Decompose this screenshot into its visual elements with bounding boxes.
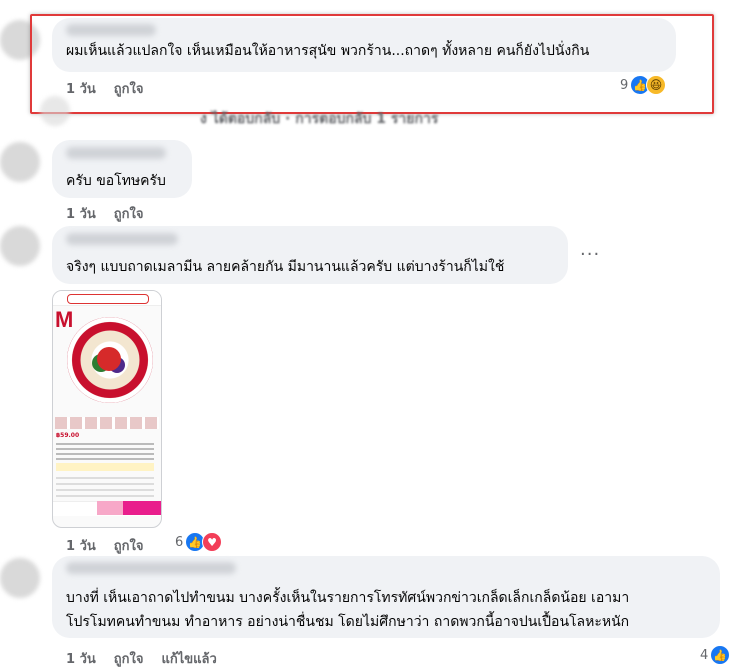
avatar[interactable] <box>0 558 40 598</box>
timestamp-link[interactable]: 1 วัน <box>66 535 96 556</box>
like-button[interactable]: ถูกใจ <box>114 648 144 669</box>
avatar[interactable] <box>0 142 40 182</box>
comment-actions: 1 วัน ถูกใจ <box>66 535 143 556</box>
comment-text-line-1: บางที่ เห็นเอาถาดไปทำขนม บางครั้งเห็นในร… <box>66 590 630 606</box>
commenter-name-blurred[interactable] <box>66 233 178 245</box>
edited-label: แก้ไขแล้ว <box>161 652 217 667</box>
shop-info <box>56 477 154 497</box>
like-button[interactable]: ถูกใจ <box>114 203 144 224</box>
more-options-icon[interactable]: ··· <box>580 244 600 265</box>
commenter-name-blurred[interactable] <box>66 562 236 574</box>
timestamp-link[interactable]: 1 วัน <box>66 648 96 669</box>
avatar[interactable] <box>0 226 40 266</box>
comment-text: ครับ ขอโทษครับ <box>66 173 166 189</box>
comment-actions: 1 วัน ถูกใจ <box>66 203 143 224</box>
reaction-count[interactable]: 4 <box>700 648 708 663</box>
thumbnail-row <box>55 417 159 429</box>
promo-strip <box>56 463 154 471</box>
cart-button <box>97 501 123 515</box>
search-bar <box>67 294 149 304</box>
like-button[interactable]: ถูกใจ <box>114 535 144 556</box>
flower-icon <box>97 347 121 371</box>
comment-text-line-2: โปรโมทคนทำขนม ทำอาหาร อย่างน่าชื่นชม โดย… <box>66 614 630 630</box>
product-text <box>56 443 154 461</box>
timestamp-link[interactable]: 1 วัน <box>66 203 96 224</box>
buy-button <box>123 501 161 515</box>
like-reaction-icon[interactable]: 👍 <box>710 645 730 665</box>
avatar <box>40 96 70 126</box>
price-label: ฿59.00 <box>56 432 80 439</box>
commenter-name-blurred[interactable] <box>66 147 166 159</box>
love-reaction-icon[interactable]: ♥ <box>202 532 222 552</box>
attached-screenshot[interactable]: M ฿59.00 <box>52 290 162 528</box>
reaction-count[interactable]: 6 <box>175 535 183 550</box>
comment-actions: 1 วัน ถูกใจ แก้ไขแล้ว <box>66 648 217 669</box>
highlight-box <box>30 14 714 114</box>
view-replies-link[interactable]: ง ได้ตอบกลับ · การตอบกลับ 1 รายการ <box>200 108 438 130</box>
comment-text: จริงๆ แบบถาดเมลามีน ลายคล้ายกัน มีมานานแ… <box>66 259 505 275</box>
logo: M <box>55 307 74 332</box>
